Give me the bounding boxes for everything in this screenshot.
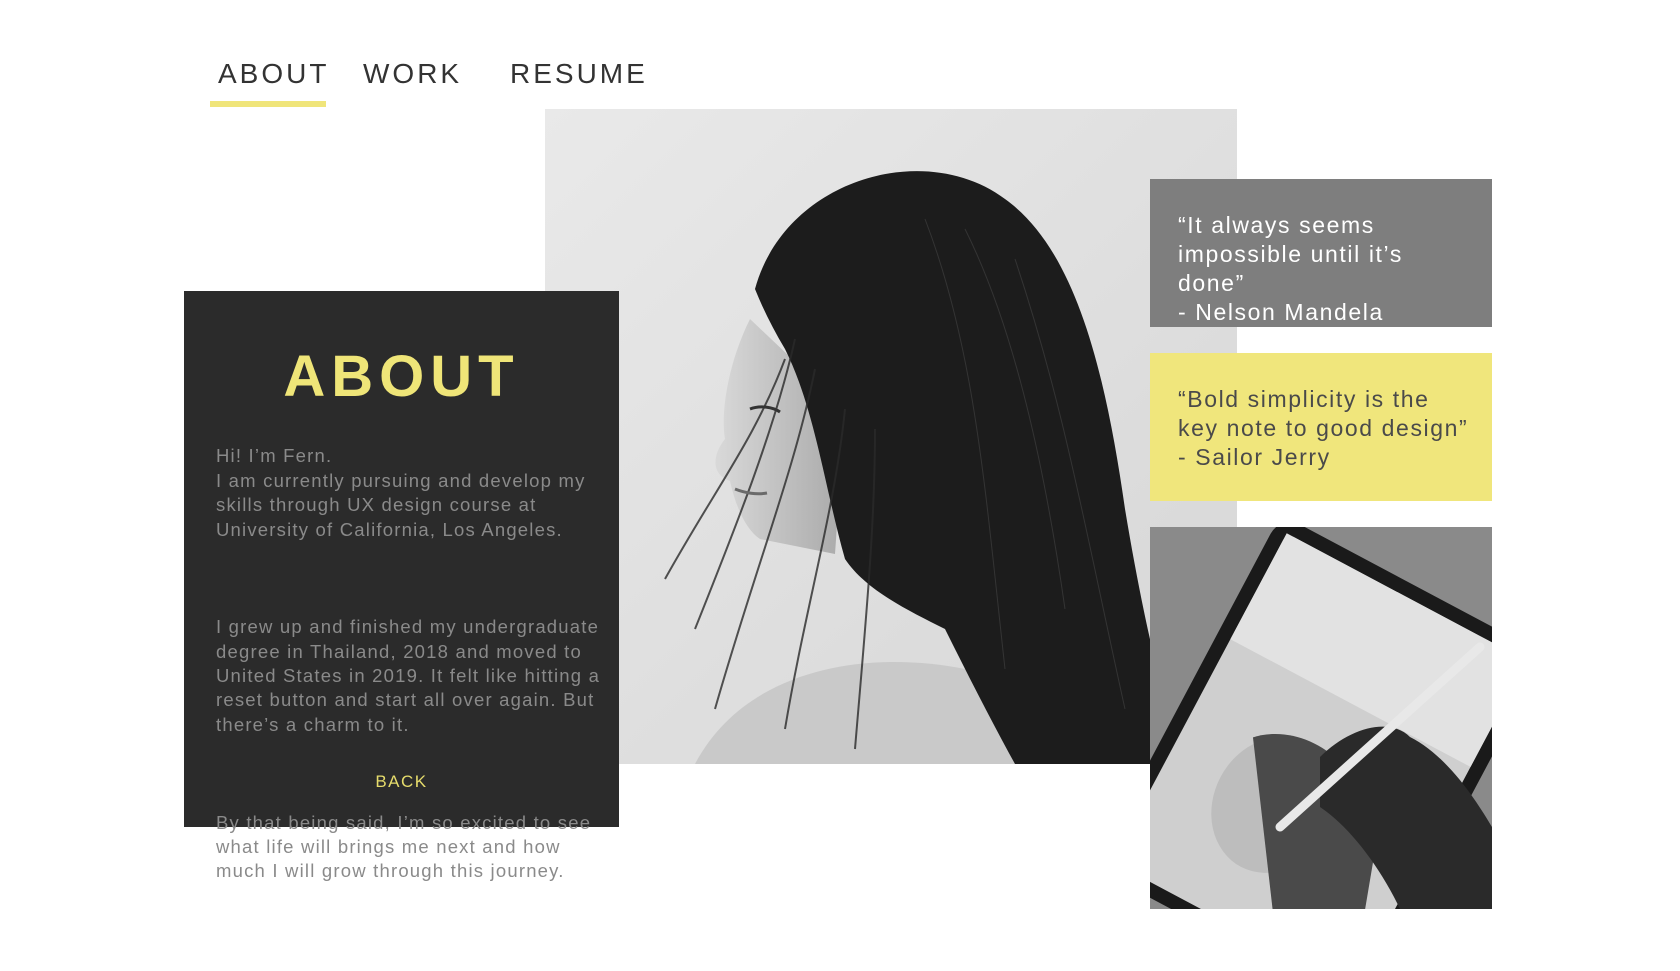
about-bio: Hi! I’m Fern. I am currently pursuing an… <box>216 420 606 908</box>
quote-card-sailor-jerry: “Bold simplicity is the key note to good… <box>1150 353 1492 501</box>
about-heading: ABOUT <box>283 344 520 409</box>
nav-work[interactable]: WORK <box>363 58 462 90</box>
bio-paragraph-future: By that being said, I’m so excited to se… <box>216 811 592 882</box>
tablet-drawing-photo <box>1150 527 1492 909</box>
bio-paragraph-intro: Hi! I’m Fern. I am currently pursuing an… <box>216 445 586 540</box>
nav-about[interactable]: ABOUT <box>218 58 329 90</box>
about-page: ABOUT WORK RESUME ABOUT Hi! I’m Fern. I … <box>0 0 1680 971</box>
portrait-photo <box>545 109 1237 764</box>
bio-paragraph-background: I grew up and finished my undergraduate … <box>216 616 601 735</box>
nav-resume[interactable]: RESUME <box>510 58 648 90</box>
back-link[interactable]: BACK <box>184 772 619 792</box>
about-card: ABOUT Hi! I’m Fern. I am currently pursu… <box>184 291 619 881</box>
nav-active-underline <box>210 101 326 107</box>
quote-card-mandela: “It always seems impossible until it’s d… <box>1150 179 1492 327</box>
